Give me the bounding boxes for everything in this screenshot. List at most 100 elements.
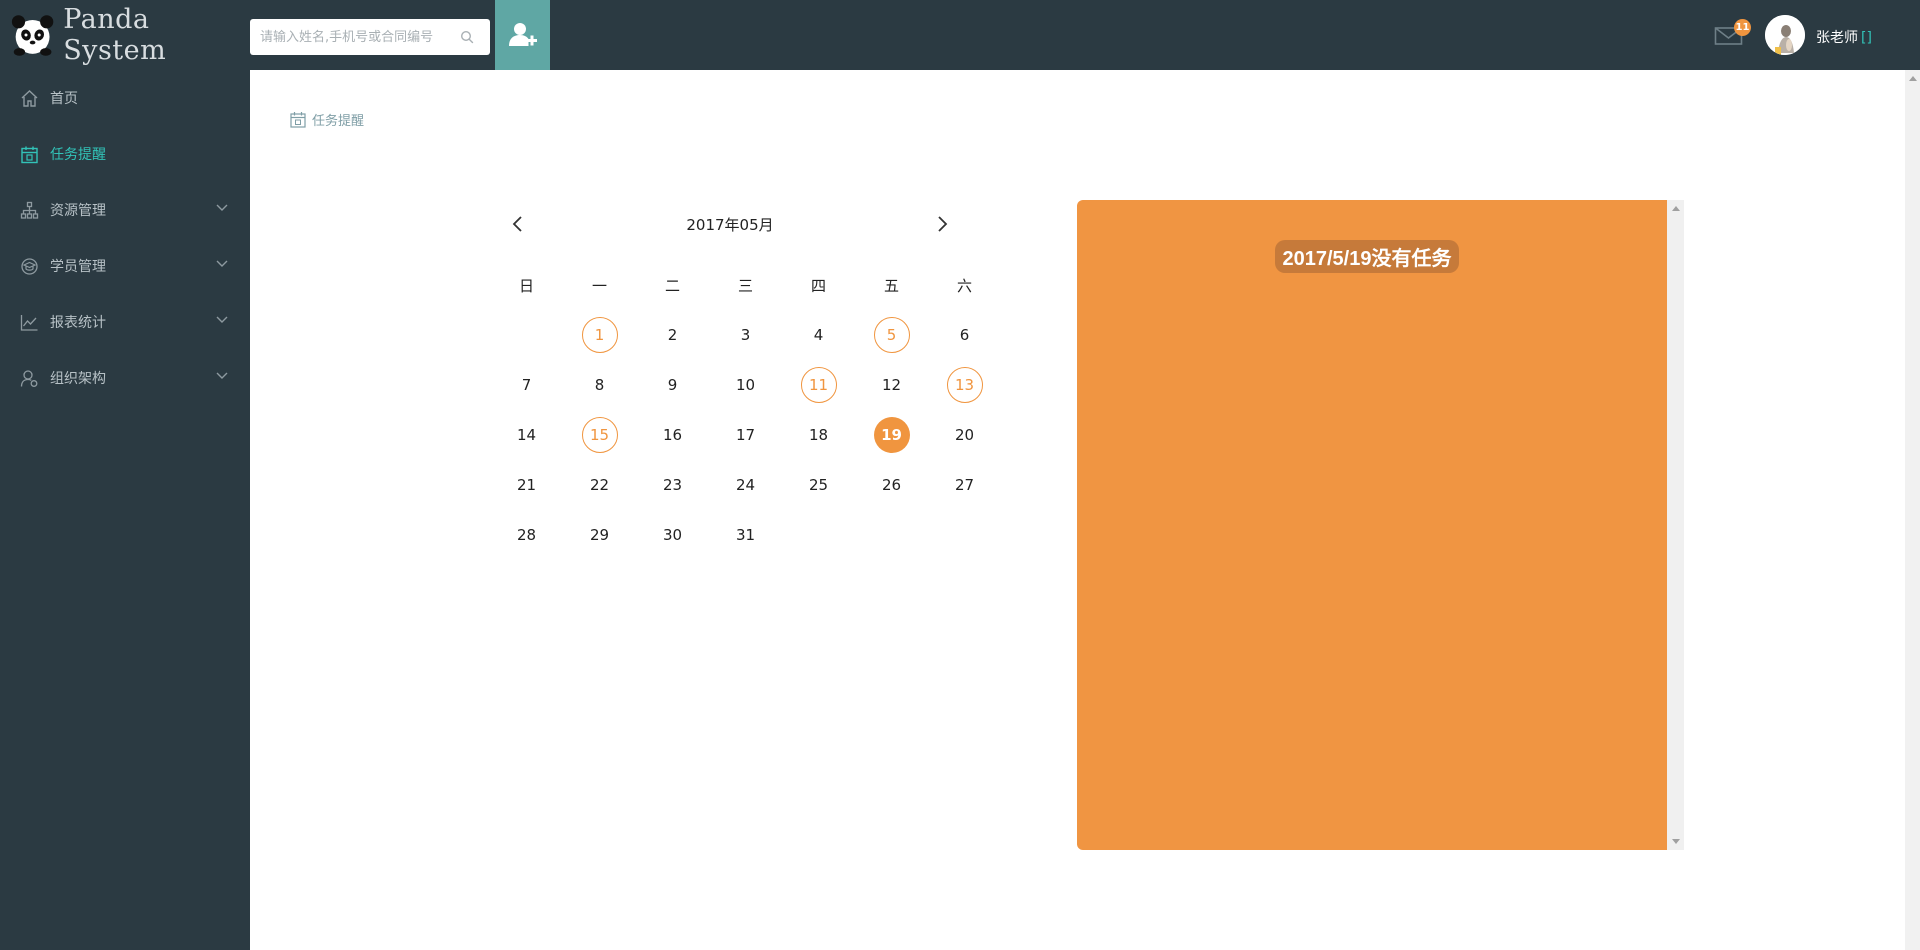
task-panel-scrollbar[interactable] (1667, 200, 1684, 850)
calendar-cell: 26 (855, 460, 928, 510)
calendar-cell: 24 (709, 460, 782, 510)
sidebar-item-reports[interactable]: 报表统计 (0, 294, 250, 350)
home-icon (21, 89, 38, 107)
calendar-header: 2017年05月 (490, 200, 948, 250)
chevron-down-icon (216, 260, 228, 267)
calendar-cell: 27 (928, 460, 1001, 510)
calendar-weekday: 四 (810, 276, 826, 295)
sidebar-item-task-reminder[interactable]: 任务提醒 (0, 126, 250, 182)
calendar-day[interactable]: 30 (655, 517, 691, 553)
calendar-cell: 12 (855, 360, 928, 410)
calendar-weekday: 一 (591, 276, 607, 295)
calendar-weekday: 日 (518, 276, 534, 295)
search-icon[interactable] (460, 30, 474, 44)
scroll-up-arrow-icon[interactable] (1672, 206, 1680, 211)
add-user-icon (508, 23, 537, 46)
calendar-weekday: 六 (956, 276, 972, 295)
calendar-week-row: 28 29 30 31 (490, 510, 1000, 560)
user-menu[interactable]: 张老师[] (1816, 27, 1872, 47)
calendar-cell: 18 (782, 410, 855, 460)
calendar-cell: 20 (928, 410, 1001, 460)
sidebar-item-student-management[interactable]: 学员管理 (0, 238, 250, 294)
calendar-day[interactable]: 8 (582, 367, 618, 403)
sidebar: 首页 任务提醒 资源管理 学员管理 报表统计 组织架构 (0, 70, 250, 950)
calendar-cell: 6 (928, 310, 1001, 360)
calendar-cell: 13 (928, 360, 1001, 410)
sidebar-item-resource-management[interactable]: 资源管理 (0, 182, 250, 238)
calendar-day[interactable]: 4 (801, 317, 837, 353)
breadcrumb-label: 任务提醒 (312, 114, 365, 129)
calendar-cell: 28 (490, 510, 563, 560)
calendar-day[interactable]: 5 (873, 317, 910, 353)
calendar-day[interactable]: 25 (801, 467, 837, 503)
calendar-weekday: 二 (664, 276, 680, 295)
calendar-day[interactable]: 28 (509, 517, 545, 553)
main-content: 任务提醒 2017年05月 日一二三四五六 1 2 3 4 5 6 7 8 9 10 11 12 13 14… (250, 70, 1920, 950)
calendar-day[interactable]: 21 (509, 467, 545, 503)
page-scrollbar[interactable] (1905, 70, 1920, 950)
calendar-day[interactable]: 1 (581, 317, 618, 353)
calendar-day[interactable]: 2 (655, 317, 691, 353)
breadcrumb: 任务提醒 (290, 110, 364, 129)
chart-icon (20, 314, 38, 331)
calendar-day[interactable]: 15 (581, 417, 618, 453)
calendar-icon (290, 112, 306, 128)
task-panel-title: 2017/5/19没有任务 (1077, 240, 1657, 273)
chevron-down-icon (216, 204, 228, 211)
calendar-day[interactable]: 24 (728, 467, 764, 503)
calendar-cell: 1 (563, 310, 636, 360)
calendar-cell: 9 (636, 360, 709, 410)
calendar-day[interactable]: 26 (874, 467, 910, 503)
calendar-day[interactable]: 18 (801, 417, 837, 453)
calendar-cell: 19 (855, 410, 928, 460)
calendar-day[interactable]: 27 (947, 467, 983, 503)
calendar-cell: 25 (782, 460, 855, 510)
calendar-day[interactable]: 11 (800, 367, 837, 403)
calendar-day[interactable]: 16 (655, 417, 691, 453)
avatar[interactable] (1765, 15, 1805, 55)
scroll-down-arrow-icon[interactable] (1672, 839, 1680, 844)
user-role-bracket: [] (1861, 30, 1872, 46)
calendar-cell: 21 (490, 460, 563, 510)
calendar-cell: 22 (563, 460, 636, 510)
sidebar-item-label: 组织架构 (50, 371, 106, 387)
sidebar-item-label: 资源管理 (50, 203, 106, 219)
calendar-weekday: 三 (737, 276, 753, 295)
calendar-day[interactable]: 12 (874, 367, 910, 403)
calendar-day-selected[interactable]: 19 (873, 417, 910, 453)
calendar-week-row: 1 2 3 45 6 (490, 310, 1000, 360)
calendar-day[interactable]: 22 (582, 467, 618, 503)
calendar-day[interactable]: 7 (509, 367, 545, 403)
calendar-cell: 3 (709, 310, 782, 360)
calendar-cell: 5 (855, 310, 928, 360)
search-box (250, 19, 490, 55)
sidebar-item-label: 首页 (50, 91, 78, 107)
scroll-up-arrow-icon[interactable] (1909, 76, 1917, 81)
chevron-right-icon[interactable] (932, 214, 952, 234)
sidebar-item-organization[interactable]: 组织架构 (0, 350, 250, 406)
calendar-day[interactable]: 6 (947, 317, 983, 353)
add-user-button[interactable] (495, 0, 550, 70)
calendar-day[interactable]: 17 (728, 417, 764, 453)
calendar-day[interactable]: 20 (947, 417, 983, 453)
calendar-day[interactable]: 13 (946, 367, 983, 403)
search-input[interactable] (250, 20, 450, 54)
sidebar-item-label: 任务提醒 (50, 147, 106, 163)
calendar-cell: 23 (636, 460, 709, 510)
calendar-day[interactable]: 9 (655, 367, 691, 403)
calendar-day[interactable]: 23 (655, 467, 691, 503)
calendar-week-row: 21 22 23 24 25 26 27 (490, 460, 1000, 510)
calendar-cell: 4 (782, 310, 855, 360)
sidebar-item-home[interactable]: 首页 (0, 70, 250, 126)
calendar-day[interactable]: 3 (728, 317, 764, 353)
calendar-cell: 2 (636, 310, 709, 360)
chevron-down-icon (216, 316, 228, 323)
calendar-day[interactable]: 10 (728, 367, 764, 403)
calendar-cell: 7 (490, 360, 563, 410)
calendar-cell: 16 (636, 410, 709, 460)
calendar-cell (928, 510, 1001, 560)
calendar-day[interactable]: 14 (509, 417, 545, 453)
mail-count-badge: 11 (1734, 19, 1751, 36)
calendar-day[interactable]: 29 (582, 517, 618, 553)
calendar-day[interactable]: 31 (728, 517, 764, 553)
